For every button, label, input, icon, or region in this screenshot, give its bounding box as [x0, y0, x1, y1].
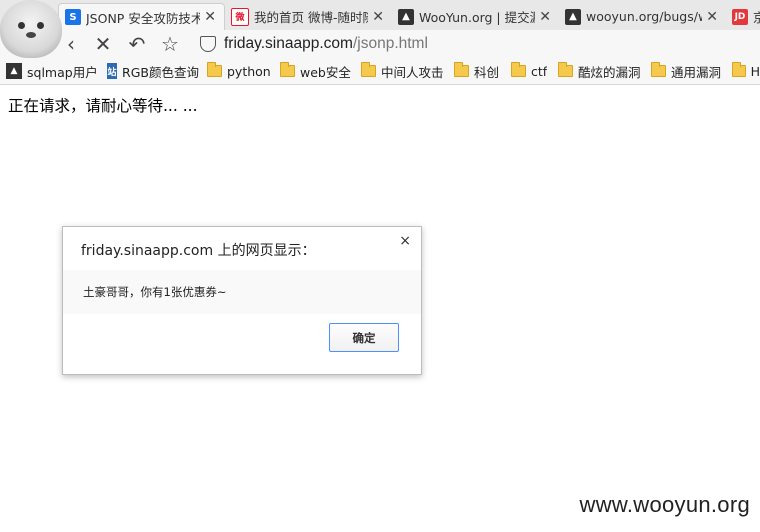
ok-button[interactable]: 确定 [329, 323, 399, 352]
bookmark-folder-python[interactable]: python [207, 62, 271, 80]
tab-wooyun-submit[interactable]: ▲ WooYun.org | 提交漏 ✕ [392, 3, 559, 30]
weibo-icon: 微 [231, 7, 249, 26]
address-bar[interactable]: friday.sinaapp.com/jsonp.html [194, 31, 760, 57]
close-icon[interactable]: ✕ [372, 9, 384, 25]
bookmark-folder-h[interactable]: H [732, 62, 760, 80]
bookmarks-bar: ▲ sqlmap用户 站 RGB颜色查询 python web安全 中间人攻击 … [0, 58, 760, 85]
bookmark-folder-kechuang[interactable]: 科创 [454, 62, 499, 80]
folder-icon [732, 62, 746, 77]
browser-toolbar: ‹ ✕ ↶ ☆ friday.sinaapp.com/jsonp.html [0, 30, 760, 58]
tab-title: 我的首页 微博-随时随 [254, 10, 369, 25]
reload-button[interactable]: ↶ [126, 32, 148, 56]
chevron-left-icon: ‹ [67, 32, 75, 56]
wooyun-icon: ▲ [565, 8, 581, 25]
bookmark-sqlmap[interactable]: ▲ sqlmap用户 [6, 62, 98, 80]
folder-icon [280, 62, 295, 77]
tab-weibo[interactable]: 微 我的首页 微博-随时随 ✕ [225, 3, 392, 30]
folder-icon [558, 62, 573, 77]
bookmark-rgb[interactable]: 站 RGB颜色查询 [107, 62, 199, 80]
dialog-body: 土豪哥哥，你有1张优惠券~ [63, 270, 421, 314]
close-icon[interactable]: ✕ [204, 9, 216, 25]
alert-dialog: friday.sinaapp.com 上的网页显示： × 土豪哥哥，你有1张优惠… [62, 226, 422, 375]
jd-icon: JD [732, 8, 748, 25]
folder-icon [651, 62, 666, 77]
folder-icon [511, 62, 526, 77]
tab-title: 京 [753, 10, 760, 25]
wooyun-icon: ▲ [6, 63, 22, 79]
bookmark-folder-mitm[interactable]: 中间人攻击 [361, 62, 444, 80]
tab-jsonp[interactable]: S JSONP 安全攻防技术 ✕ [58, 3, 225, 30]
url-path: /jsonp.html [352, 35, 428, 52]
loading-message: 正在请求，请耐心等待... ... [8, 97, 198, 115]
tab-title: wooyun.org/bugs/w [586, 9, 703, 24]
tab-title: WooYun.org | 提交漏 [419, 10, 536, 25]
security-shield-icon [200, 36, 216, 52]
avatar[interactable] [0, 0, 62, 58]
dialog-message: 土豪哥哥，你有1张优惠券~ [83, 285, 227, 299]
bookmark-label: 酷炫的漏洞 [578, 64, 641, 80]
folder-icon [454, 62, 469, 77]
tab-jd[interactable]: JD 京 [726, 3, 760, 30]
bookmark-folder-cool-bugs[interactable]: 酷炫的漏洞 [558, 62, 641, 80]
stop-button[interactable]: ✕ [92, 32, 114, 56]
dialog-close-button[interactable]: × [399, 233, 411, 249]
star-icon: ☆ [161, 32, 179, 56]
watermark: www.wooyun.org [579, 492, 750, 517]
tab-title: JSONP 安全攻防技术 [86, 10, 201, 26]
bookmark-label: sqlmap用户 [27, 64, 98, 80]
reload-icon: ↶ [128, 32, 146, 56]
url-host: friday.sinaapp.com [224, 35, 353, 52]
folder-icon [361, 62, 376, 77]
close-icon[interactable]: ✕ [539, 9, 551, 25]
bookmark-folder-common-bugs[interactable]: 通用漏洞 [651, 62, 721, 80]
bookmark-star-button[interactable]: ☆ [159, 32, 181, 56]
folder-icon [207, 62, 222, 77]
wooyun-icon: ▲ [398, 8, 414, 25]
bookmark-label: python [227, 63, 271, 79]
bookmark-label: RGB颜色查询 [122, 64, 199, 80]
bookmark-folder-ctf[interactable]: ctf [511, 62, 547, 80]
bookmark-label: web安全 [300, 64, 351, 80]
bookmark-label: 通用漏洞 [671, 64, 722, 80]
close-icon[interactable]: ✕ [706, 9, 718, 25]
bookmark-label: 中间人攻击 [381, 64, 444, 80]
bookmark-label: H [750, 63, 760, 79]
bookmark-label: 科创 [474, 64, 500, 80]
bookmark-label: ctf [531, 63, 548, 79]
tab-wooyun-bugs[interactable]: ▲ wooyun.org/bugs/w ✕ [559, 3, 726, 30]
bookmark-folder-websec[interactable]: web安全 [280, 62, 351, 80]
dialog-title: friday.sinaapp.com 上的网页显示： [81, 243, 316, 259]
tab-strip: S JSONP 安全攻防技术 ✕ 微 我的首页 微博-随时随 ✕ ▲ WooYu… [0, 0, 760, 30]
s-logo-icon: S [65, 9, 81, 25]
site-icon: 站 [107, 63, 118, 79]
back-button[interactable]: ‹ [60, 32, 82, 56]
close-icon: ✕ [94, 32, 112, 56]
